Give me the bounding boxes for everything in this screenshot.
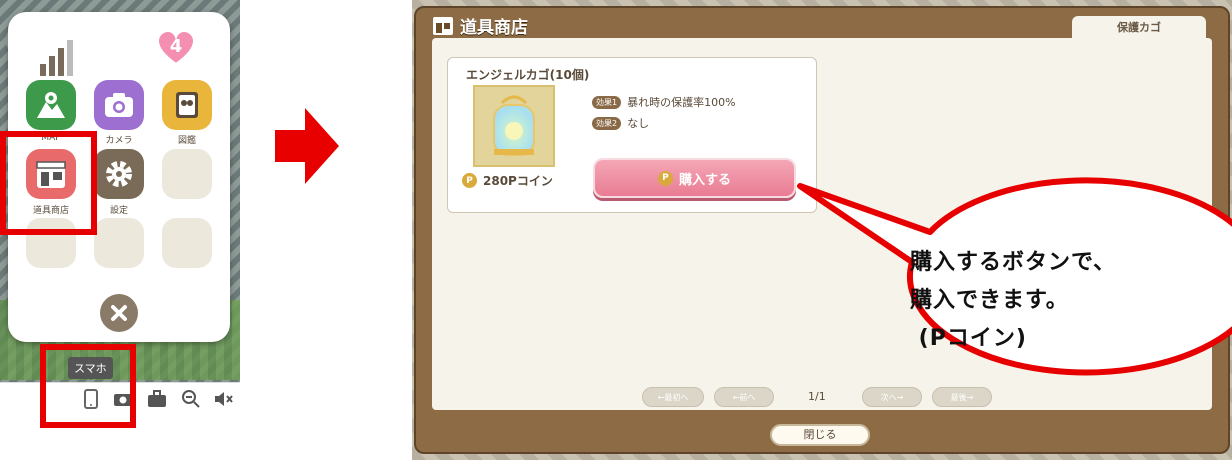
shop-title: 道具商店 [460, 17, 528, 38]
notification-count: 4 [169, 36, 183, 57]
empty-app-slot [162, 218, 212, 268]
tab-protection-cage[interactable]: 保護カゴ [1072, 16, 1206, 40]
effect-badge: 効果2 [592, 116, 622, 130]
first-page-button[interactable]: ←最初へ [642, 387, 704, 407]
highlight-item-shop [0, 131, 97, 235]
encyclopedia-app-icon[interactable] [162, 80, 212, 130]
bag-icon[interactable] [146, 388, 168, 410]
shop-header: 道具商店 [432, 12, 528, 38]
signal-strength-icon [40, 40, 76, 76]
empty-app-slot [94, 218, 144, 268]
shop-icon [433, 17, 453, 35]
price-label: 280Pコイン [483, 174, 553, 188]
item-image [473, 85, 555, 167]
effect-row-1: 効果1 暴れ時の保護率100% [592, 94, 736, 110]
angel-cage-icon [493, 95, 535, 156]
buy-button-label: 購入する [678, 172, 731, 188]
p-coin-icon: P [462, 173, 477, 188]
zoom-out-icon[interactable] [180, 388, 202, 410]
camera-app-icon[interactable] [94, 80, 144, 130]
close-menu-button[interactable] [100, 294, 138, 332]
item-name: エンジェルカゴ(10個) [466, 68, 590, 82]
map-app-icon[interactable] [26, 80, 76, 130]
close-icon [111, 305, 127, 321]
sound-mute-icon[interactable] [212, 388, 234, 410]
callout-text: 購入するボタンで、 購入できます。 (Pコイン) [910, 250, 1117, 351]
prev-page-button[interactable]: ←前へ [714, 387, 774, 407]
effect-text: 暴れ時の保護率100% [627, 96, 736, 109]
buy-button[interactable]: P 購入する [593, 158, 796, 198]
item-price: P 280Pコイン [462, 172, 553, 189]
empty-app-slot [162, 149, 212, 199]
right-arrow-icon [275, 108, 339, 184]
effect-badge: 効果1 [592, 95, 622, 109]
notification-heart-icon[interactable]: 4 [156, 29, 196, 66]
encyclopedia-app-label: 図鑑 [177, 136, 196, 146]
effect-row-2: 効果2 なし [592, 115, 649, 131]
p-coin-icon: P [657, 170, 673, 186]
highlight-smartphone [40, 344, 136, 428]
effect-text: なし [627, 117, 650, 130]
settings-app-icon[interactable] [94, 149, 144, 199]
